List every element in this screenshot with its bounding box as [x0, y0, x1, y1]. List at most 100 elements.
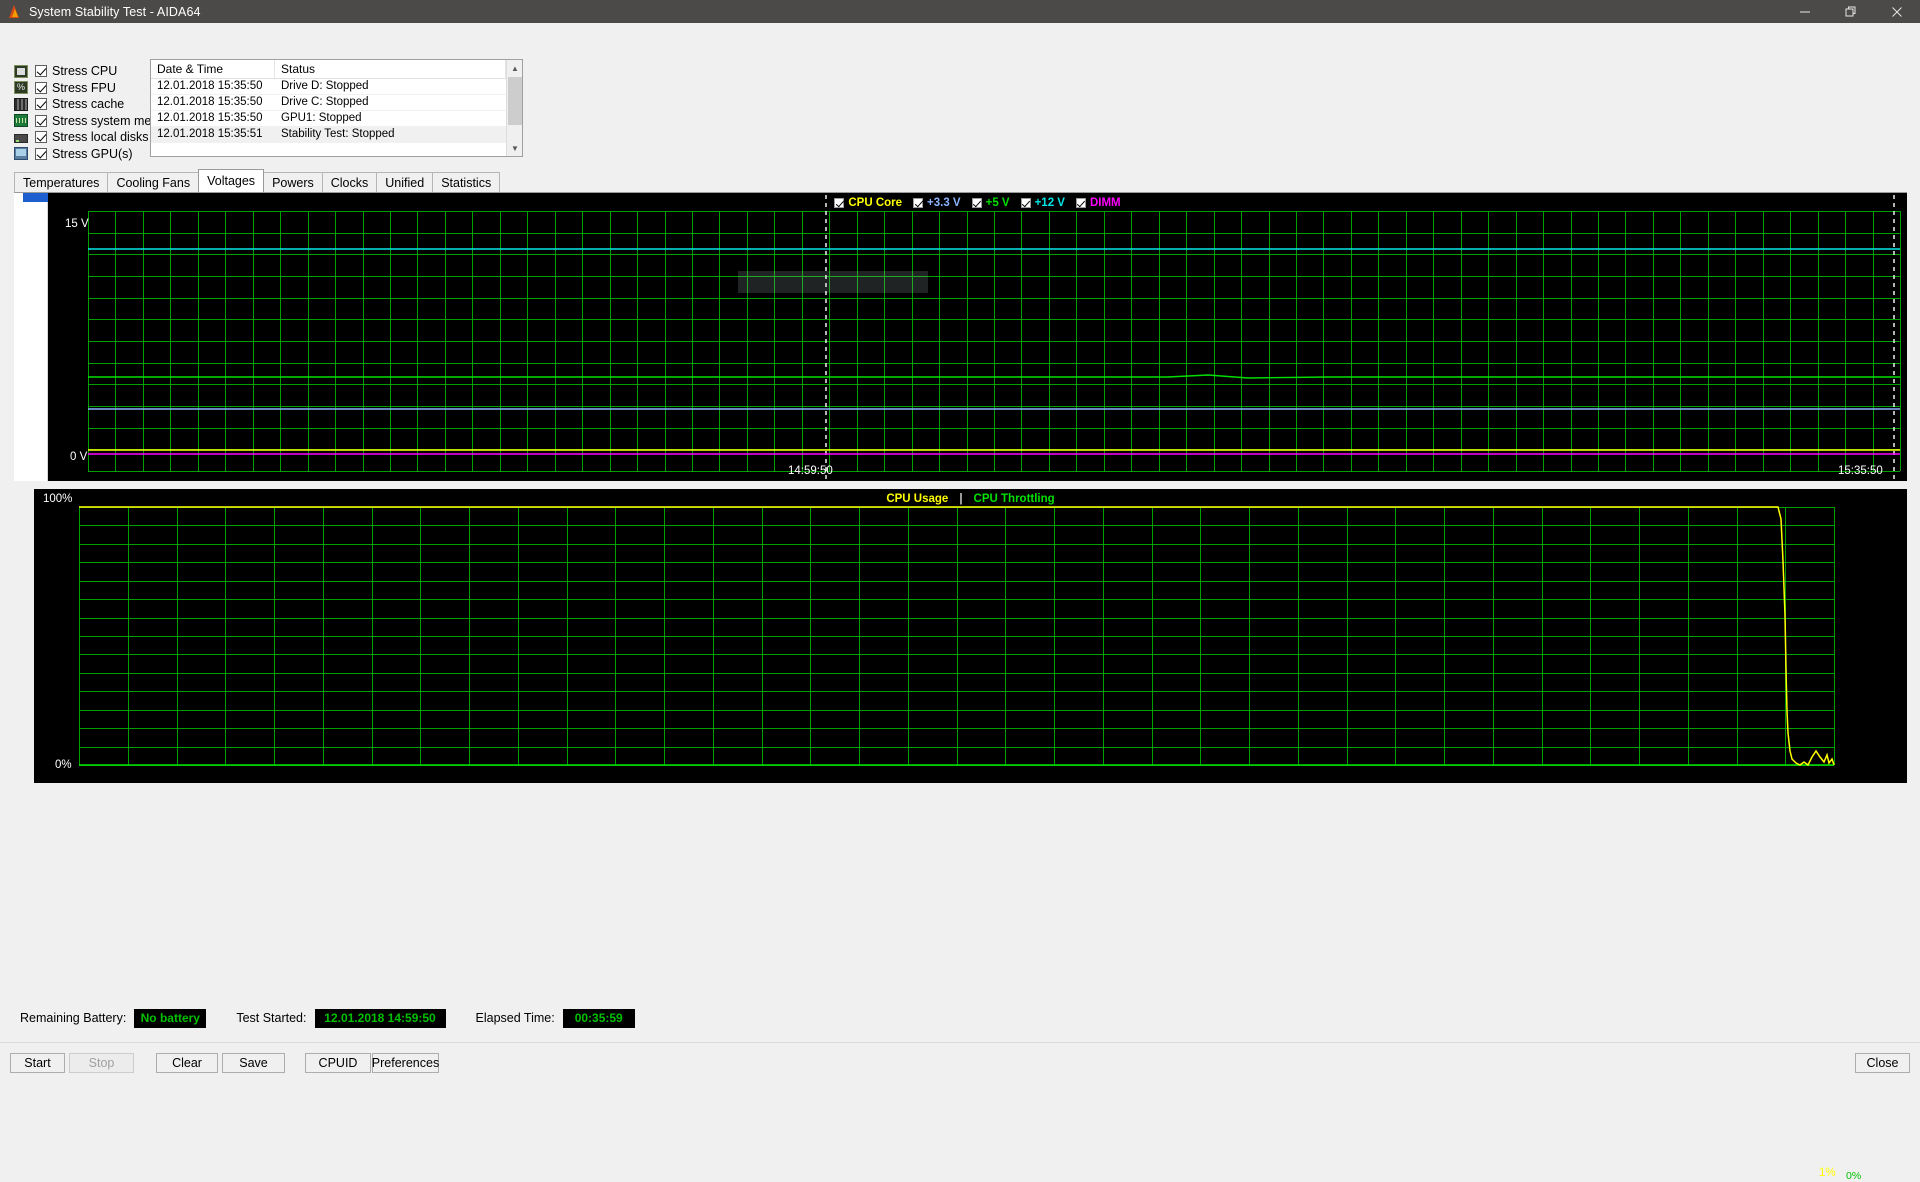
voltages-x-start-label: 14:59:50 — [788, 465, 833, 477]
save-button[interactable]: Save — [222, 1053, 285, 1073]
cpu-usage-legend: CPU Usage | CPU Throttling — [34, 493, 1907, 505]
legend-3v3-checkbox[interactable] — [913, 198, 924, 208]
stress-cache-checkbox[interactable] — [35, 98, 47, 111]
close-button[interactable]: Close — [1855, 1053, 1910, 1073]
cell-datetime: 12.01.2018 15:35:50 — [157, 96, 263, 108]
tab-powers[interactable]: Powers — [263, 172, 323, 192]
button-bar: Start Stop Clear Save CPUID Preferences … — [0, 1042, 1920, 1080]
cell-status: GPU1: Stopped — [281, 112, 362, 124]
stress-disks-checkbox[interactable] — [35, 131, 47, 144]
legend-cpu-throttling-label[interactable]: CPU Throttling — [974, 493, 1055, 505]
column-header-datetime[interactable]: Date & Time — [151, 60, 275, 78]
legend-dimm[interactable]: DIMM — [1075, 197, 1121, 209]
elapsed-time-value: 00:35:59 — [562, 1008, 635, 1028]
scroll-up-arrow[interactable]: ▲ — [507, 60, 523, 76]
stop-button: Stop — [69, 1053, 134, 1073]
status-bar: Remaining Battery: No battery Test Start… — [0, 1005, 1920, 1031]
battery-label: Remaining Battery: — [20, 1011, 127, 1025]
table-row[interactable]: 12.01.2018 15:35:50 Drive C: Stopped — [151, 95, 506, 111]
legend-5v-label: +5 V — [985, 197, 1010, 209]
legend-separator: | — [959, 493, 963, 505]
scroll-down-arrow[interactable]: ▼ — [507, 140, 523, 156]
voltages-legend: CPU Core +3.3 V +5 V +12 V DIMM — [48, 197, 1907, 209]
window-controls — [1782, 0, 1920, 23]
column-header-status[interactable]: Status — [275, 60, 506, 78]
preferences-button[interactable]: Preferences — [372, 1053, 439, 1073]
event-log-header: Date & Time Status — [151, 60, 506, 79]
cell-status: Stability Test: Stopped — [281, 128, 395, 140]
stress-fpu-checkbox[interactable] — [35, 81, 47, 94]
legend-12v[interactable]: +12 V — [1020, 197, 1065, 209]
cell-datetime: 12.01.2018 15:35:50 — [157, 112, 263, 124]
legend-dimm-checkbox[interactable] — [1075, 198, 1086, 208]
cache-icon — [14, 97, 28, 111]
tab-voltages[interactable]: Voltages — [198, 169, 265, 192]
close-icon[interactable] — [1874, 0, 1920, 23]
legend-12v-checkbox[interactable] — [1020, 198, 1031, 208]
table-row[interactable]: 12.01.2018 15:35:50 Drive D: Stopped — [151, 79, 506, 95]
chart-left-strip — [14, 193, 48, 481]
test-started-value: 12.01.2018 14:59:50 — [314, 1008, 446, 1028]
legend-3v3[interactable]: +3.3 V — [913, 197, 961, 209]
selection-indicator — [23, 193, 48, 202]
top-panel: Stress CPU Stress FPU Stress cache Stres… — [0, 23, 1920, 163]
voltages-chart-plot — [88, 195, 1901, 479]
charts-container: CPU Core +3.3 V +5 V +12 V DIMM 15 V 0 V… — [14, 192, 1907, 1182]
legend-5v[interactable]: +5 V — [971, 197, 1010, 209]
cpu-usage-y-max-label: 100% — [43, 493, 73, 505]
voltages-x-end-label: 15:35:50 — [1838, 465, 1883, 477]
cpu-usage-chart-plot — [79, 506, 1835, 767]
stress-fpu-label: Stress FPU — [52, 80, 116, 95]
legend-cpu-usage-label[interactable]: CPU Usage — [886, 493, 948, 505]
cell-status: Drive C: Stopped — [281, 96, 369, 108]
stress-memory-checkbox[interactable] — [35, 114, 47, 127]
gpu-icon — [14, 147, 28, 161]
log-scrollbar[interactable]: ▲ ▼ — [506, 60, 522, 156]
table-row[interactable]: 12.01.2018 15:35:51 Stability Test: Stop… — [151, 127, 506, 143]
restore-icon[interactable] — [1828, 0, 1874, 23]
legend-cpu-core-label: CPU Core — [848, 197, 903, 209]
cpu-usage-chart[interactable]: CPU Usage | CPU Throttling 100% 0% — [34, 489, 1907, 783]
cell-datetime: 12.01.2018 15:35:50 — [157, 80, 263, 92]
disk-icon — [14, 134, 28, 144]
memory-icon — [14, 114, 28, 128]
chart-tooltip-overlay — [738, 271, 928, 293]
table-row[interactable]: 12.01.2018 15:35:50 GPU1: Stopped — [151, 111, 506, 127]
clear-button[interactable]: Clear — [156, 1053, 218, 1073]
tab-bar: Temperatures Cooling Fans Voltages Power… — [14, 169, 501, 192]
value-label-cpu-throttling: 0% — [1846, 1170, 1862, 1182]
tab-statistics[interactable]: Statistics — [432, 172, 501, 192]
table-row-empty — [151, 143, 506, 156]
fpu-icon — [14, 80, 28, 95]
tab-cooling-fans[interactable]: Cooling Fans — [107, 172, 200, 192]
cpuid-button[interactable]: CPUID — [305, 1053, 371, 1073]
tab-clocks[interactable]: Clocks — [321, 172, 378, 192]
event-log-table: Date & Time Status 12.01.2018 15:35:50 D… — [150, 59, 523, 157]
minimize-icon[interactable] — [1782, 0, 1828, 23]
tab-unified[interactable]: Unified — [376, 172, 434, 192]
legend-cpu-core[interactable]: CPU Core — [834, 197, 902, 209]
stress-cpu-checkbox[interactable] — [35, 65, 47, 78]
cpu-usage-y-min-label: 0% — [55, 759, 72, 771]
window-title: System Stability Test - AIDA64 — [29, 4, 201, 19]
voltages-y-min-label: 0 V — [70, 451, 88, 463]
tab-temperatures[interactable]: Temperatures — [14, 172, 109, 192]
stress-cache-label: Stress cache — [52, 97, 125, 112]
legend-dimm-label: DIMM — [1089, 197, 1121, 209]
test-started-label: Test Started: — [236, 1011, 307, 1025]
stress-gpu-label: Stress GPU(s) — [52, 146, 133, 161]
legend-5v-checkbox[interactable] — [971, 198, 982, 208]
legend-cpu-core-checkbox[interactable] — [834, 198, 845, 208]
start-button[interactable]: Start — [10, 1053, 65, 1073]
value-label-cpu-usage: 1% — [1819, 1167, 1836, 1179]
stress-disks-label: Stress local disks — [52, 130, 149, 145]
scrollbar-thumb[interactable] — [508, 77, 522, 125]
voltages-y-max-label: 15 V — [65, 218, 89, 230]
cpu-icon — [14, 64, 28, 78]
cell-datetime: 12.01.2018 15:35:51 — [157, 128, 263, 140]
battery-value: No battery — [134, 1008, 207, 1028]
aida64-flame-icon — [6, 3, 24, 21]
voltages-chart[interactable]: CPU Core +3.3 V +5 V +12 V DIMM 15 V 0 V… — [48, 193, 1907, 481]
legend-12v-label: +12 V — [1034, 197, 1065, 209]
stress-gpu-checkbox[interactable] — [35, 147, 47, 160]
